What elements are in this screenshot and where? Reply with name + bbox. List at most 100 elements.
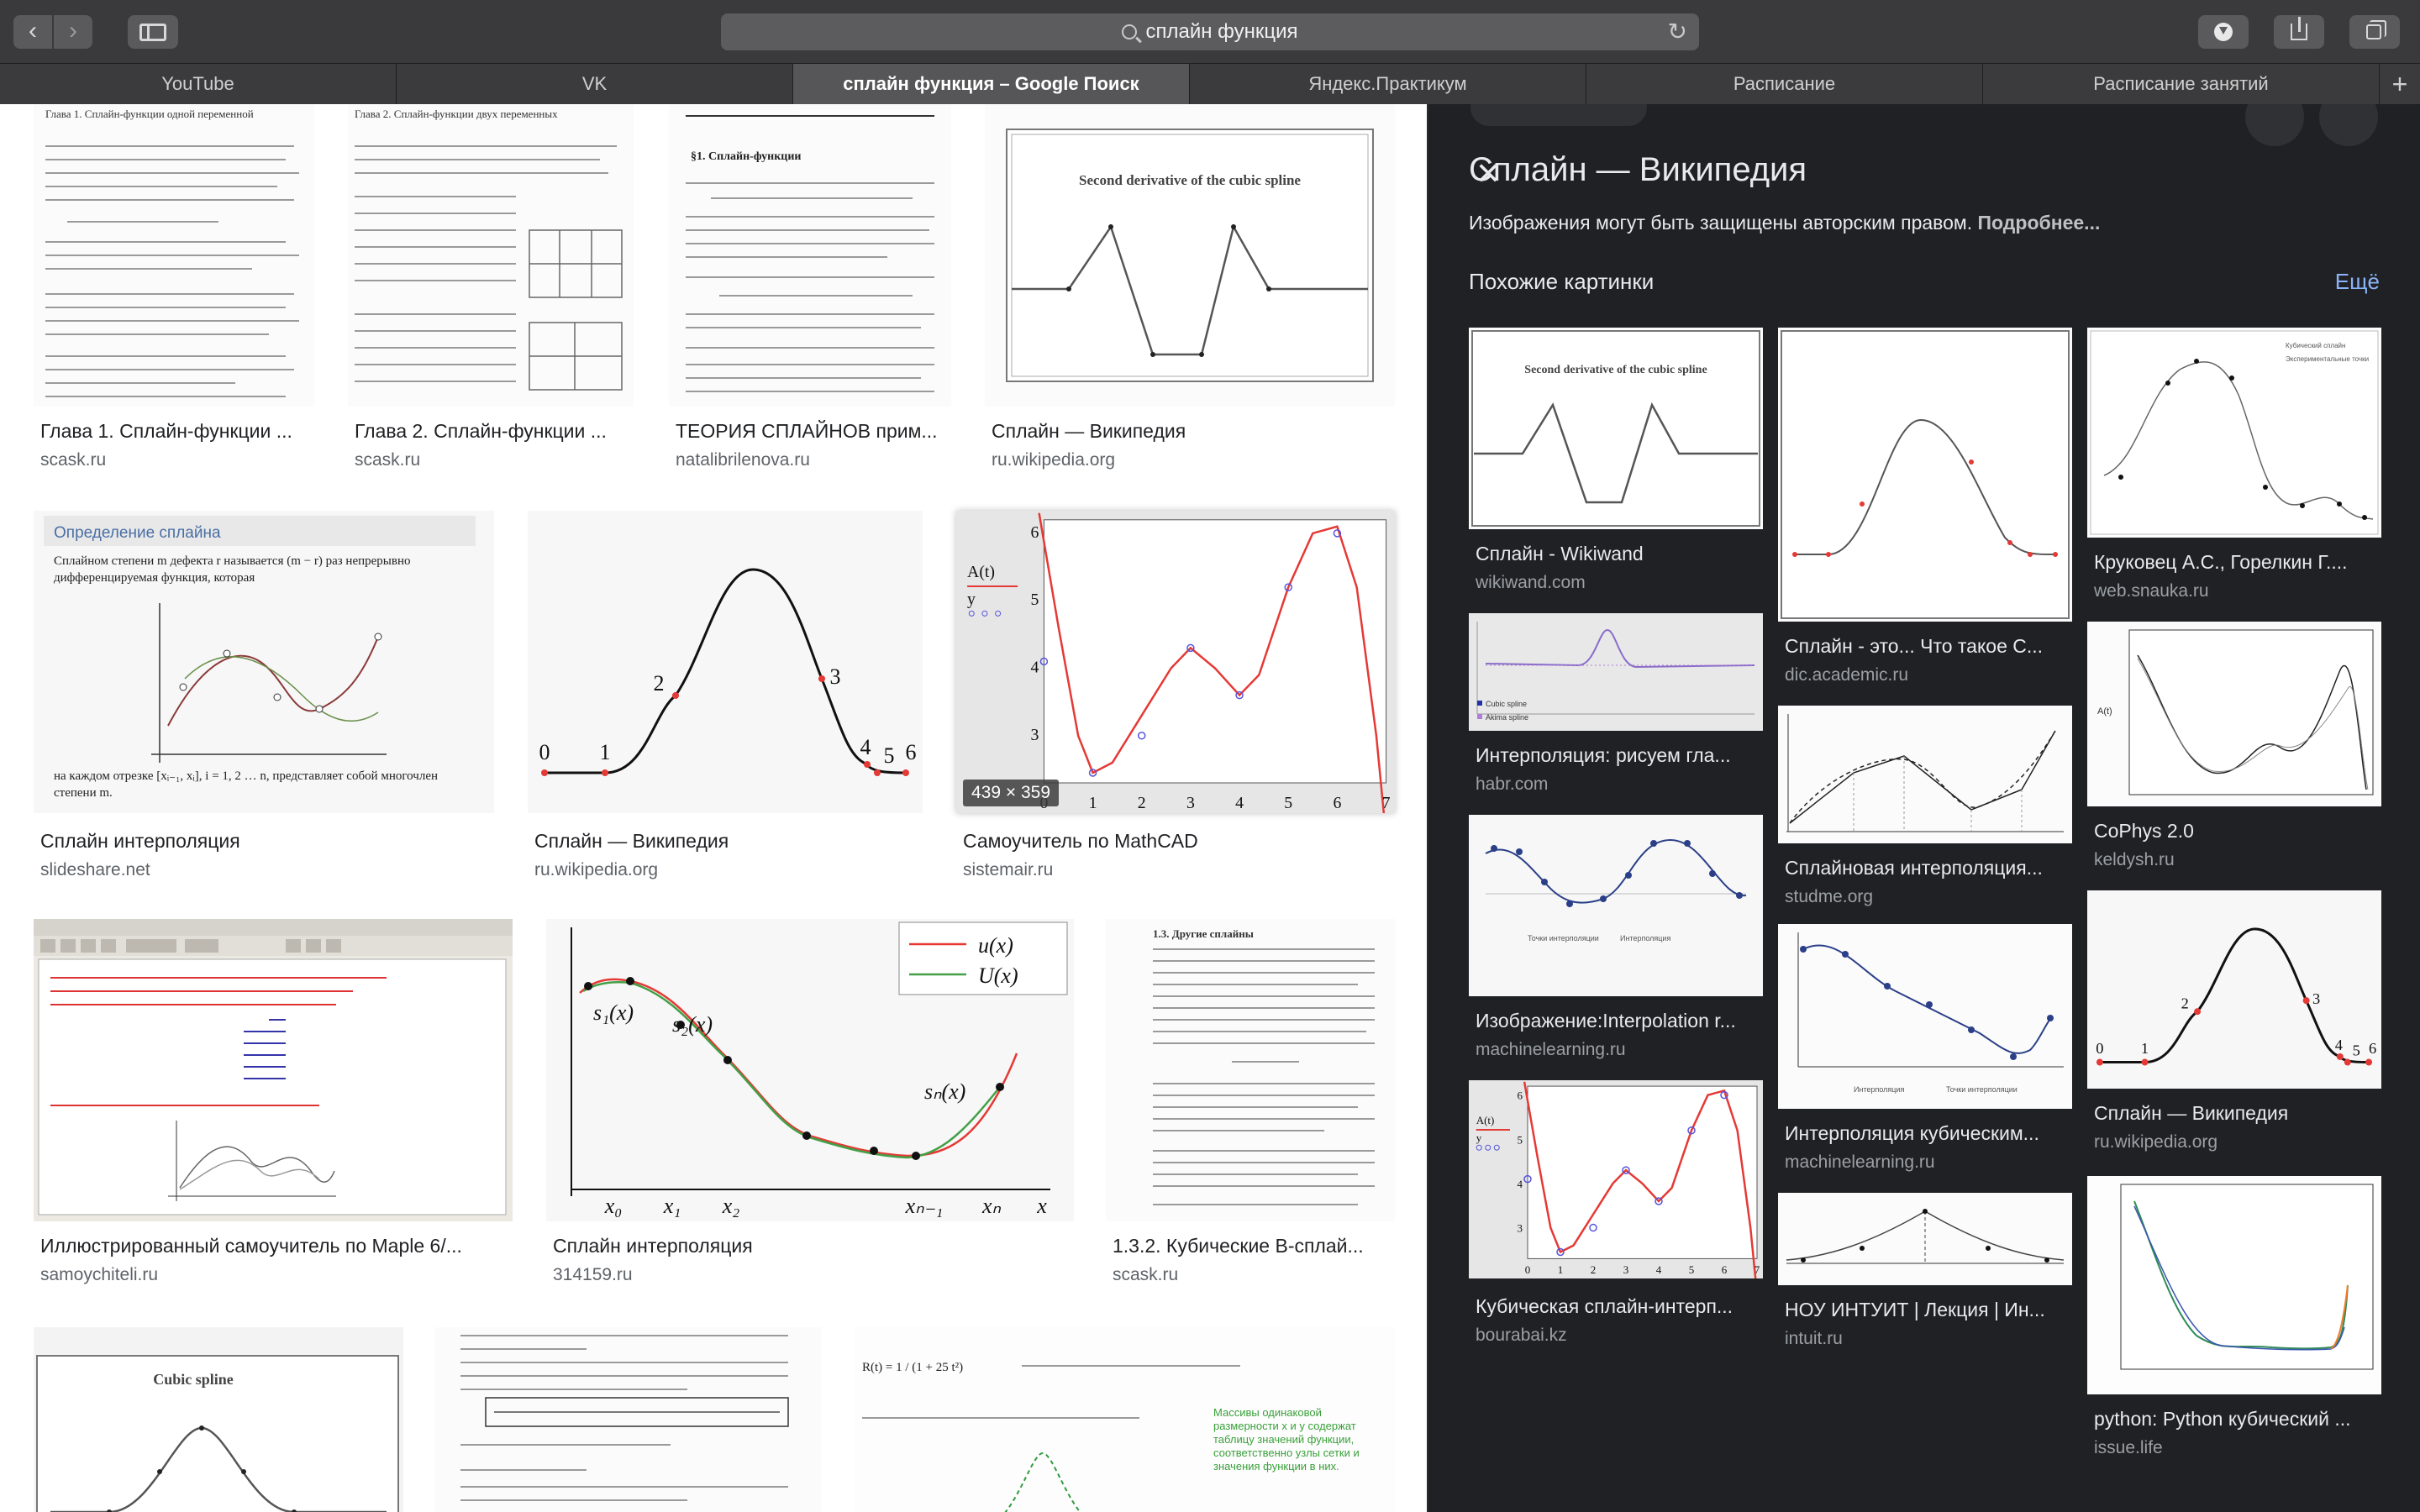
downloads-button[interactable] xyxy=(2198,15,2249,49)
visit-button[interactable] xyxy=(1470,104,1647,126)
reload-icon[interactable]: ↻ xyxy=(1668,13,1687,50)
share-button[interactable] xyxy=(2274,15,2324,49)
similar-title[interactable]: НОУ ИНТУИТ | Лекция | Ин... xyxy=(1785,1299,2070,1321)
result-source[interactable]: scask.ru xyxy=(1113,1265,1178,1285)
similar-thumbnail[interactable]: Cubic spline Akima spline xyxy=(1469,613,1763,731)
result-thumbnail[interactable]: §1. Сплайн-функции xyxy=(669,104,951,407)
similar-source[interactable]: web.snauka.ru xyxy=(2094,581,2209,601)
similar-thumbnail[interactable]: A(t) xyxy=(2087,622,2381,806)
result-thumbnail[interactable]: 1.3. Другие сплайны xyxy=(1106,919,1395,1221)
result-source[interactable]: sistemair.ru xyxy=(963,860,1053,880)
result-thumbnail[interactable]: Second derivative of the cubic spline xyxy=(985,104,1395,407)
result-card[interactable]: 1.3. Другие сплайны 1.3.2. Кубические B-… xyxy=(1106,919,1395,1284)
result-card[interactable]: Глава 2. Сплайн-функции двух переменных … xyxy=(348,104,634,470)
tab-schedule[interactable]: Расписание xyxy=(1586,64,1983,104)
result-title[interactable]: Сплайн — Википедия xyxy=(992,420,1386,443)
tab-youtube[interactable]: YouTube xyxy=(0,64,397,104)
result-source[interactable]: scask.ru xyxy=(40,450,106,470)
similar-thumbnail[interactable] xyxy=(1778,1193,2072,1285)
similar-thumbnail[interactable]: Second derivative of the cubic spline xyxy=(1469,328,1763,529)
result-thumbnail[interactable]: u(x) U(x) s₁(x) s₂(x) sₙ(x) x₀ x₁ x₂ xₙ₋₁ xₙ x xyxy=(546,919,1074,1221)
tab-class-schedule[interactable]: Расписание занятий xyxy=(1983,64,2380,104)
result-card[interactable]: Определение сплайна Сплайном степени m д… xyxy=(34,511,494,880)
result-card[interactable]: Глава 1. Сплайн-функции одной переменной… xyxy=(34,104,314,470)
similar-thumbnail[interactable] xyxy=(1778,706,2072,843)
result-card[interactable]: 0 1 2 3 456 Сплайн — Википедия ru.wikipedia.… xyxy=(528,511,923,880)
more-link[interactable]: Ещё xyxy=(2335,269,2380,295)
close-icon[interactable]: ✕ xyxy=(1476,156,1501,192)
result-title[interactable]: Сплайн — Википедия xyxy=(534,830,921,853)
result-title[interactable]: Сплайн интерполяция xyxy=(553,1235,1057,1257)
similar-source[interactable]: machinelearning.ru xyxy=(1785,1152,1935,1173)
similar-source[interactable]: keldysh.ru xyxy=(2094,850,2175,870)
result-title[interactable]: Глава 2. Сплайн-функции ... xyxy=(355,420,632,443)
result-source[interactable]: 314159.ru xyxy=(553,1265,633,1285)
similar-title[interactable]: Сплайн - это... Что такое С... xyxy=(1785,635,2070,658)
similar-source[interactable]: ru.wikipedia.org xyxy=(2094,1132,2217,1152)
result-thumbnail[interactable]: Глава 1. Сплайн-функции одной переменной xyxy=(34,104,314,407)
result-thumbnail[interactable]: 012345676543A(t)y 439 × 359 xyxy=(956,511,1395,813)
result-title[interactable]: Самоучитель по MathCAD xyxy=(963,830,1383,853)
result-card[interactable]: Иллюстрированный самоучитель по Maple 6/… xyxy=(34,919,513,1284)
similar-title[interactable]: Сплайн — Википедия xyxy=(2094,1102,2380,1125)
similar-source[interactable]: issue.life xyxy=(2094,1438,2163,1458)
similar-title[interactable]: Круковец А.С., Горелкин Г.... xyxy=(2094,551,2380,574)
panel-title[interactable]: Сплайн — Википедия xyxy=(1469,151,1807,189)
similar-source[interactable]: bourabai.kz xyxy=(1476,1326,1567,1346)
result-card[interactable]: Cubic spline xyxy=(34,1327,403,1512)
result-thumbnail[interactable]: Глава 2. Сплайн-функции двух переменных xyxy=(348,104,634,407)
new-tab-button[interactable]: + xyxy=(2380,64,2420,104)
result-title[interactable]: ТЕОРИЯ СПЛАЙНОВ прим... xyxy=(676,420,953,443)
result-title[interactable]: 1.3.2. Кубические B-сплай... xyxy=(1113,1235,1390,1257)
result-source[interactable]: ru.wikipedia.org xyxy=(534,860,658,880)
result-thumbnail[interactable]: 0 1 2 3 456 xyxy=(528,511,923,813)
result-thumbnail[interactable]: R(t) = 1 / (1 + 25 t²) Массивы одинаково… xyxy=(854,1327,1395,1512)
learn-more-link[interactable]: Подробнее... xyxy=(1978,212,2101,234)
result-card[interactable]: §1. Сплайн-функции ТЕОРИЯ СПЛАЙНОВ прим.… xyxy=(669,104,953,470)
result-title[interactable]: Иллюстрированный самоучитель по Maple 6/… xyxy=(40,1235,511,1257)
similar-title[interactable]: python: Python кубический ... xyxy=(2094,1408,2380,1431)
result-card[interactable]: R(t) = 1 / (1 + 25 t²) Массивы одинаково… xyxy=(854,1327,1395,1512)
similar-thumbnail[interactable]: 0 1 2 3 4 5 6 7 6 5 4 3 A(t) y xyxy=(1469,1080,1763,1278)
similar-source[interactable]: habr.com xyxy=(1476,774,1548,795)
back-button[interactable]: ‹ xyxy=(13,15,52,49)
result-source[interactable]: scask.ru xyxy=(355,450,420,470)
result-source[interactable]: ru.wikipedia.org xyxy=(992,450,1115,470)
save-round-button[interactable] xyxy=(2319,104,2378,146)
similar-thumbnail[interactable] xyxy=(2087,1176,2381,1394)
forward-button[interactable]: › xyxy=(54,15,92,49)
result-card[interactable] xyxy=(435,1327,822,1512)
similar-title[interactable]: Кубическая сплайн-интерп... xyxy=(1476,1295,1761,1318)
similar-title[interactable]: CoPhys 2.0 xyxy=(2094,820,2380,843)
result-thumbnail[interactable] xyxy=(34,919,513,1221)
result-card[interactable]: u(x) U(x) s₁(x) s₂(x) sₙ(x) x₀ x₁ x₂ xₙ₋₁ xₙ x Спл… xyxy=(546,919,1074,1284)
similar-thumbnail[interactable]: Точки интерполяции Интерполяция xyxy=(1469,815,1763,996)
result-thumbnail[interactable]: Определение сплайна Сплайном степени m д… xyxy=(34,511,494,813)
similar-source[interactable]: dic.academic.ru xyxy=(1785,665,1908,685)
similar-source[interactable]: studme.org xyxy=(1785,887,1873,907)
tab-overview-button[interactable] xyxy=(2349,15,2400,49)
similar-source[interactable]: intuit.ru xyxy=(1785,1329,1843,1349)
similar-thumbnail[interactable]: Интерполяция Точки интерполяции xyxy=(1778,924,2072,1109)
result-source[interactable]: slideshare.net xyxy=(40,860,150,880)
similar-title[interactable]: Сплайновая интерполяция... xyxy=(1785,857,2070,879)
result-thumbnail[interactable] xyxy=(435,1327,822,1512)
similar-thumbnail[interactable]: Кубический сплайн Экспериментальные точк… xyxy=(2087,328,2381,538)
result-source[interactable]: samoychiteli.ru xyxy=(40,1265,158,1285)
result-source[interactable]: natalibrilenova.ru xyxy=(676,450,810,470)
result-thumbnail[interactable]: Cubic spline xyxy=(34,1327,403,1512)
tab-vk[interactable]: VK xyxy=(397,64,793,104)
similar-title[interactable]: Интерполяция: рисуем гла... xyxy=(1476,744,1761,767)
share-round-button[interactable] xyxy=(2245,104,2304,146)
similar-source[interactable]: machinelearning.ru xyxy=(1476,1040,1626,1060)
similar-thumbnail[interactable]: 0 1 2 3 456 xyxy=(2087,890,2381,1089)
result-card[interactable]: Second derivative of the cubic spline Сп… xyxy=(985,104,1395,470)
result-title[interactable]: Сплайн интерполяция xyxy=(40,830,486,853)
result-card[interactable]: 012345676543A(t)y 439 × 359 Самоучитель … xyxy=(956,511,1395,880)
similar-title[interactable]: Интерполяция кубическим... xyxy=(1785,1122,2070,1145)
similar-title[interactable]: Сплайн - Wikiwand xyxy=(1476,543,1761,565)
tab-yandex-praktikum[interactable]: Яндекс.Практикум xyxy=(1190,64,1586,104)
sidebar-toggle-button[interactable] xyxy=(128,15,178,49)
similar-title[interactable]: Изображение:Interpolation r... xyxy=(1476,1010,1761,1032)
similar-thumbnail[interactable] xyxy=(1778,328,2072,622)
